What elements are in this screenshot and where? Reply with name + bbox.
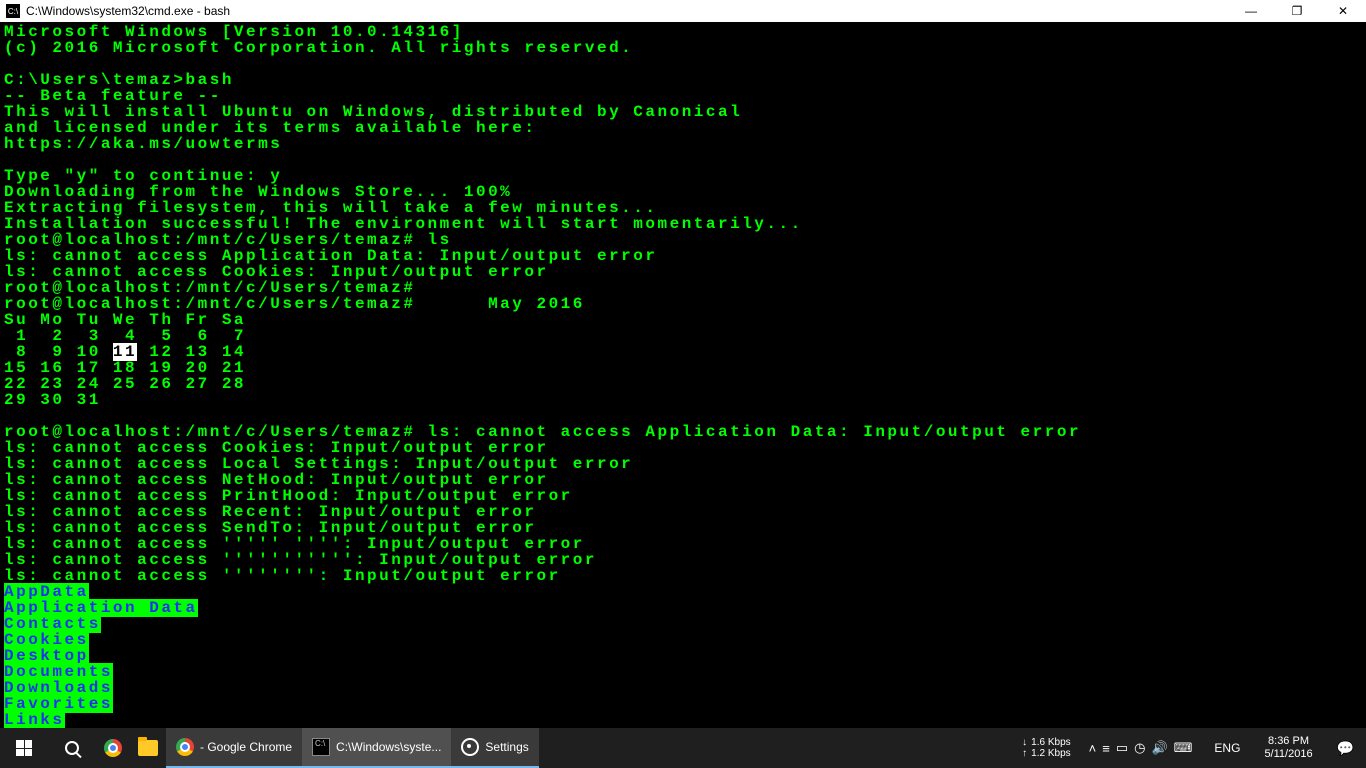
- ls-directory: Links: [4, 712, 1362, 728]
- taskbar-settings-window[interactable]: Settings: [451, 728, 538, 768]
- wifi-icon[interactable]: ◷: [1134, 740, 1145, 756]
- terminal-line: Installation successful! The environment…: [4, 216, 1362, 232]
- ls-directory: Downloads: [4, 680, 1362, 696]
- network-speed-indicator[interactable]: ↓ 1.6 Kbps ↑ 1.2 Kbps: [1022, 737, 1074, 759]
- keyboard-icon[interactable]: ⌨: [1174, 740, 1193, 756]
- arrow-down-icon: ↓: [1022, 737, 1027, 748]
- terminal-line: ls: cannot access Cookies: Input/output …: [4, 264, 1362, 280]
- ls-directory: Documents: [4, 664, 1362, 680]
- arrow-up-icon: ↑: [1022, 748, 1027, 759]
- search-button[interactable]: [48, 728, 96, 768]
- taskbar-cmd-window[interactable]: C:\ C:\Windows\syste...: [302, 728, 451, 768]
- ls-directory: Contacts: [4, 616, 1362, 632]
- terminal-line: Downloading from the Windows Store... 10…: [4, 184, 1362, 200]
- task-label: C:\Windows\syste...: [336, 740, 441, 754]
- clock-time: 8:36 PM: [1268, 735, 1309, 748]
- chrome-pinned[interactable]: [96, 728, 130, 768]
- cmd-icon: C:\: [312, 738, 330, 756]
- terminal-line: ls: cannot access Application Data: Inpu…: [4, 248, 1362, 264]
- terminal-line: ls: cannot access SendTo: Input/output e…: [4, 520, 1362, 536]
- calendar-current-week: 8 9 10 11 12 13 14: [4, 344, 1362, 360]
- close-button[interactable]: ✕: [1320, 0, 1366, 22]
- clock-date: 5/11/2016: [1264, 748, 1312, 761]
- search-icon: [65, 741, 79, 755]
- action-center-button[interactable]: 💬: [1329, 728, 1362, 768]
- minimize-button[interactable]: —: [1228, 0, 1274, 22]
- terminal-line: This will install Ubuntu on Windows, dis…: [4, 104, 1362, 120]
- cmd-titlebar-icon: C:\: [6, 4, 20, 18]
- tray-chevron-icon[interactable]: ˄: [1089, 741, 1097, 756]
- chrome-icon: [176, 738, 194, 756]
- terminal-line: 29 30 31: [4, 392, 1362, 408]
- ls-directory: Desktop: [4, 648, 1362, 664]
- chrome-icon: [104, 739, 122, 757]
- taskbar: - Google Chrome C:\ C:\Windows\syste... …: [0, 728, 1366, 768]
- gear-icon: [461, 738, 479, 756]
- terminal-line: root@localhost:/mnt/c/Users/temaz# May 2…: [4, 296, 1362, 312]
- taskbar-chrome-window[interactable]: - Google Chrome: [166, 728, 302, 768]
- terminal-line: ls: cannot access '''''''': Input/output…: [4, 568, 1362, 584]
- explorer-pinned[interactable]: [130, 728, 166, 768]
- terminal-line: ls: cannot access NetHood: Input/output …: [4, 472, 1362, 488]
- terminal-line: root@localhost:/mnt/c/Users/temaz# ls: [4, 232, 1362, 248]
- terminal-line: -- Beta feature --: [4, 88, 1362, 104]
- terminal-line: ls: cannot access Cookies: Input/output …: [4, 440, 1362, 456]
- volume-icon[interactable]: 🔊: [1151, 740, 1167, 756]
- terminal-line: [4, 56, 1362, 72]
- terminal-line: root@localhost:/mnt/c/Users/temaz# ls: c…: [4, 424, 1362, 440]
- terminal-line: 1 2 3 4 5 6 7: [4, 328, 1362, 344]
- battery-icon[interactable]: ▭: [1116, 740, 1128, 756]
- terminal-line: and licensed under its terms available h…: [4, 120, 1362, 136]
- terminal-line: [4, 408, 1362, 424]
- terminal-line: Type "y" to continue: y: [4, 168, 1362, 184]
- ls-directory: Favorites: [4, 696, 1362, 712]
- ls-directory: AppData: [4, 584, 1362, 600]
- task-label: - Google Chrome: [200, 740, 292, 754]
- terminal-line: C:\Users\temaz>bash: [4, 72, 1362, 88]
- system-tray: ˄ ≡ ▭ ◷ 🔊 ⌨: [1083, 740, 1199, 756]
- taskbar-clock[interactable]: 8:36 PM 5/11/2016: [1256, 735, 1320, 761]
- terminal-line: ls: cannot access Recent: Input/output e…: [4, 504, 1362, 520]
- ls-directory: Application Data: [4, 600, 1362, 616]
- windows-icon: [16, 740, 32, 756]
- task-label: Settings: [485, 740, 528, 754]
- terminal-line: Extracting filesystem, this will take a …: [4, 200, 1362, 216]
- terminal-output[interactable]: Microsoft Windows [Version 10.0.14316](c…: [0, 22, 1366, 728]
- terminal-line: https://aka.ms/uowterms: [4, 136, 1362, 152]
- terminal-line: ls: cannot access PrintHood: Input/outpu…: [4, 488, 1362, 504]
- terminal-line: (c) 2016 Microsoft Corporation. All righ…: [4, 40, 1362, 56]
- terminal-line: ls: cannot access ''''''''''': Input/out…: [4, 552, 1362, 568]
- terminal-line: [4, 152, 1362, 168]
- terminal-line: ls: cannot access Local Settings: Input/…: [4, 456, 1362, 472]
- terminal-line: 22 23 24 25 26 27 28: [4, 376, 1362, 392]
- terminal-line: root@localhost:/mnt/c/Users/temaz#: [4, 280, 1362, 296]
- maximize-button[interactable]: ❐: [1274, 0, 1320, 22]
- ls-directory: Cookies: [4, 632, 1362, 648]
- net-down-value: 1.6 Kbps: [1031, 737, 1070, 748]
- terminal-line: Microsoft Windows [Version 10.0.14316]: [4, 24, 1362, 40]
- window-titlebar: C:\ C:\Windows\system32\cmd.exe - bash —…: [0, 0, 1366, 22]
- net-up-value: 1.2 Kbps: [1031, 748, 1070, 759]
- terminal-line: Su Mo Tu We Th Fr Sa: [4, 312, 1362, 328]
- window-title: C:\Windows\system32\cmd.exe - bash: [26, 4, 230, 18]
- terminal-line: ls: cannot access ''''' '''': Input/outp…: [4, 536, 1362, 552]
- folder-icon: [138, 740, 158, 756]
- language-indicator[interactable]: ENG: [1206, 741, 1248, 755]
- start-button[interactable]: [0, 728, 48, 768]
- terminal-line: 15 16 17 18 19 20 21: [4, 360, 1362, 376]
- bluetooth-icon[interactable]: ≡: [1102, 741, 1110, 756]
